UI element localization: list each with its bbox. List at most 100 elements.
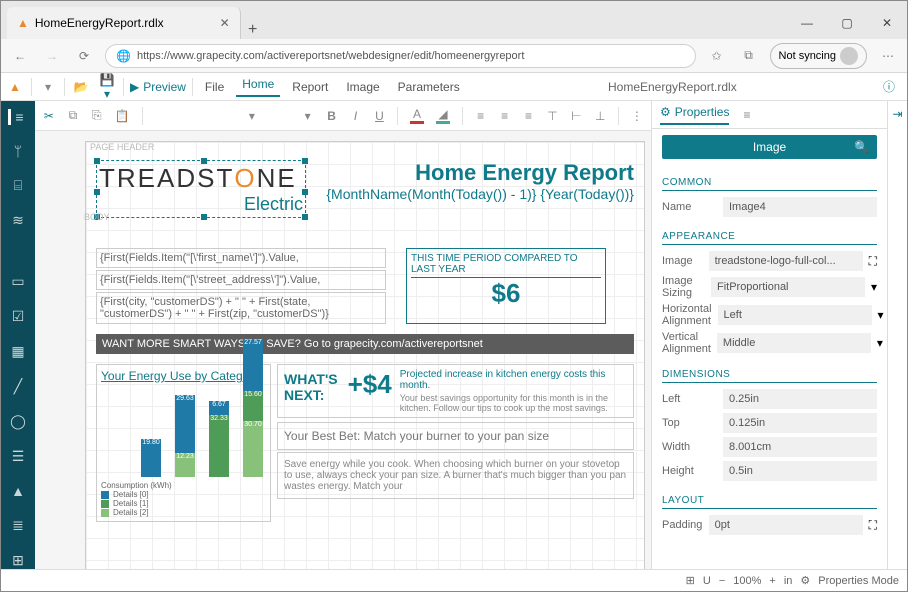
whats-next-box[interactable]: WHAT'S NEXT: +$4 Projected increase in k…: [277, 364, 634, 418]
savings-tip: Your best savings opportunity for this m…: [400, 393, 629, 413]
properties-mode-label[interactable]: Properties Mode: [818, 575, 899, 587]
gear-icon[interactable]: ⚙: [800, 574, 810, 587]
expr-city[interactable]: {First(city, "customerDS") + " " + First…: [96, 292, 386, 324]
expand-icon[interactable]: ⛶: [869, 518, 877, 533]
fill-color-icon[interactable]: ◢: [436, 107, 450, 124]
grouping-icon[interactable]: ⌸: [9, 177, 27, 194]
menu-report[interactable]: Report: [286, 80, 334, 94]
save-icon[interactable]: 💾▾: [97, 73, 117, 101]
zoom-out-icon[interactable]: −: [719, 575, 725, 587]
nav-forward-icon[interactable]: →: [41, 45, 63, 67]
menu-home[interactable]: Home: [236, 77, 280, 97]
browser-tab[interactable]: ▲ HomeEnergyReport.rdlx ✕: [7, 7, 241, 39]
checkbox-tool-icon[interactable]: ☑: [9, 308, 27, 325]
menu-parameters[interactable]: Parameters: [392, 80, 466, 94]
selected-image[interactable]: TREADSTONE Electric: [96, 160, 306, 218]
table-tool-icon[interactable]: ⊞: [9, 552, 27, 569]
size-dropdown-icon[interactable]: ▾: [302, 109, 314, 123]
prop-width-input[interactable]: [723, 437, 877, 457]
prop-sizing-input[interactable]: [711, 277, 865, 297]
prop-padding-input[interactable]: [709, 515, 863, 535]
folder-open-icon[interactable]: 📂: [71, 80, 91, 94]
expand-icon[interactable]: ⛶: [869, 254, 877, 269]
line-tool-icon[interactable]: ╱: [9, 378, 27, 395]
nav-refresh-icon[interactable]: ⟳: [73, 45, 95, 67]
toc-tool-icon[interactable]: ☰: [9, 448, 27, 465]
tab-close-icon[interactable]: ✕: [220, 16, 230, 30]
chevron-down-icon[interactable]: ▾: [38, 80, 58, 94]
chevron-down-icon[interactable]: ▾: [871, 280, 877, 294]
data-tab-icon[interactable]: ≡: [743, 108, 750, 122]
chevron-down-icon[interactable]: ▾: [877, 336, 883, 350]
url-input[interactable]: 🌐 https://www.grapecity.com/activereport…: [105, 44, 696, 68]
browser-titlebar: ▲ HomeEnergyReport.rdlx ✕ + — ▢ ✕: [1, 1, 907, 39]
browser-menu-icon[interactable]: ⋯: [877, 45, 899, 67]
month-expr[interactable]: {MonthName(Month(Today()) - 1)} {Year(To…: [316, 186, 634, 202]
units-label[interactable]: in: [784, 575, 793, 587]
align-center-icon[interactable]: ≡: [499, 109, 511, 123]
copy-icon[interactable]: ⧉: [67, 108, 79, 123]
prop-image-input[interactable]: [709, 251, 863, 271]
menu-image[interactable]: Image: [340, 80, 385, 94]
align-right-icon[interactable]: ≡: [523, 109, 535, 123]
info-icon[interactable]: ⓘ: [879, 78, 899, 95]
prop-halign-input[interactable]: [718, 305, 872, 325]
new-tab-button[interactable]: +: [241, 21, 265, 39]
tab-favicon: ▲: [17, 16, 29, 30]
favorite-icon[interactable]: ✩: [706, 45, 728, 67]
list-tool-icon[interactable]: ≣: [9, 517, 27, 534]
prop-top-input[interactable]: [723, 413, 877, 433]
sync-button[interactable]: Not syncing: [770, 43, 867, 69]
shape-tool-icon[interactable]: ◯: [9, 413, 27, 430]
align-bottom-icon[interactable]: ⊥: [594, 109, 606, 123]
report-title[interactable]: Home Energy Report: [316, 160, 634, 186]
textbox-tool-icon[interactable]: ▭: [9, 273, 27, 290]
collections-icon[interactable]: ⧉: [738, 45, 760, 67]
grid-toggle-icon[interactable]: ⊞: [686, 574, 695, 587]
font-dropdown-icon[interactable]: ▾: [246, 109, 258, 123]
collapse-panel-icon[interactable]: ⇥: [887, 101, 907, 569]
window-minimize-icon[interactable]: —: [787, 7, 827, 39]
window-maximize-icon[interactable]: ▢: [827, 7, 867, 39]
bold-icon[interactable]: B: [326, 109, 338, 123]
more-icon[interactable]: ⋮: [631, 109, 643, 123]
zoom-in-icon[interactable]: +: [769, 575, 775, 587]
prop-left-input[interactable]: [723, 389, 877, 409]
design-canvas[interactable]: PAGE HEADER TREADSTONE Electric Home Ene…: [35, 131, 651, 569]
search-icon[interactable]: 🔍: [854, 140, 869, 154]
properties-tab[interactable]: ⚙Properties: [660, 105, 729, 125]
legend-0: Details [0]: [113, 490, 149, 499]
prop-height-input[interactable]: [723, 461, 877, 481]
underline-icon[interactable]: U: [373, 109, 385, 123]
banner[interactable]: WANT MORE SMART WAYS TO SAVE? Go to grap…: [96, 334, 634, 354]
expr-street[interactable]: {First(Fields.Item("[\'street_address\']…: [96, 270, 386, 290]
menu-file[interactable]: File: [199, 80, 230, 94]
prop-name-input[interactable]: [723, 197, 877, 217]
hamburger-icon[interactable]: ≡: [8, 109, 26, 125]
window-close-icon[interactable]: ✕: [867, 7, 907, 39]
period-compare-box[interactable]: THIS TIME PERIOD COMPARED TO LAST YEAR $…: [406, 248, 606, 324]
prop-valign-input[interactable]: [717, 333, 871, 353]
best-bet-title[interactable]: Your Best Bet: Match your burner to your…: [277, 422, 634, 450]
align-middle-icon[interactable]: ⊢: [570, 109, 582, 123]
paste-icon[interactable]: 📋: [115, 109, 130, 123]
layers-icon[interactable]: ≋: [9, 212, 27, 229]
section-common: COMMON: [662, 177, 877, 191]
cut-icon[interactable]: ✂: [43, 109, 55, 123]
nav-back-icon[interactable]: ←: [9, 45, 31, 67]
tree-icon[interactable]: ᛘ: [9, 143, 27, 159]
image-tool-icon[interactable]: ▲: [9, 483, 27, 499]
element-selector[interactable]: Image 🔍: [662, 135, 877, 159]
italic-icon[interactable]: I: [350, 109, 362, 123]
chevron-down-icon[interactable]: ▾: [878, 308, 884, 322]
align-top-icon[interactable]: ⊤: [546, 109, 558, 123]
preview-button[interactable]: ▶ Preview: [130, 80, 186, 94]
container-tool-icon[interactable]: ▦: [9, 343, 27, 360]
chart-container[interactable]: Your Energy Use by Category 19.80 12.23 …: [96, 364, 271, 522]
snap-icon[interactable]: U: [703, 575, 711, 587]
font-color-icon[interactable]: A: [410, 107, 424, 124]
align-left-icon[interactable]: ≡: [475, 109, 487, 123]
paste-behind-icon[interactable]: ⎘: [91, 108, 103, 123]
expr-firstname[interactable]: {First(Fields.Item("[\'first_name\']").V…: [96, 248, 386, 268]
save-energy-text[interactable]: Save energy while you cook. When choosin…: [277, 452, 634, 499]
